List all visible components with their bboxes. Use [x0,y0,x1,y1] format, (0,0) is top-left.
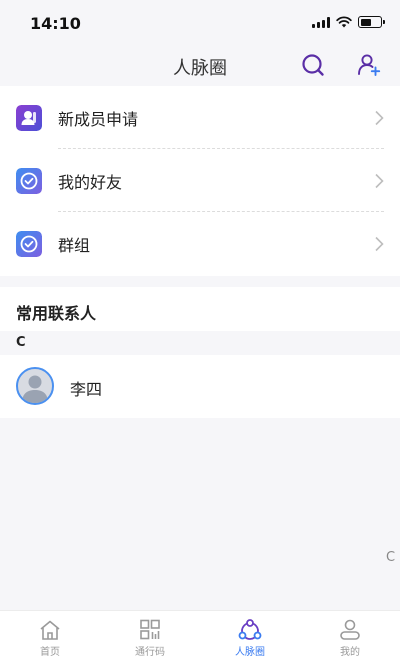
check-badge-icon [16,230,42,257]
index-bar-letter[interactable]: C [386,550,395,565]
profile-icon [340,619,360,640]
qr-grid-icon [140,619,160,640]
chevron-right-icon [375,110,384,125]
home-icon [40,620,60,640]
nav-bar: 人脉圈 [0,46,400,86]
status-bar: 14:10 [0,0,400,46]
screen: 14:10 人脉圈 新成员申请 我的好友 群组 常用联系人 C 李四 C 首页 … [0,0,400,666]
tab-label: 人脉圈 [235,647,265,658]
status-time: 14:10 [30,14,81,33]
status-icons [312,16,385,28]
network-icon [238,619,262,640]
section-title: 常用联系人 [16,304,97,323]
chevron-right-icon [375,173,384,188]
signal-icon [312,16,330,28]
menu-item-my-friends[interactable]: 我的好友 [0,149,400,212]
contact-row[interactable]: 李四 [0,355,400,418]
letter-label: C [16,335,26,350]
tab-label: 首页 [40,647,60,658]
check-badge-icon [16,167,42,194]
menu-item-label: 群组 [58,235,91,255]
section-header: 常用联系人 [0,287,400,331]
menu-item-new-member[interactable]: 新成员申请 [0,86,400,149]
add-user-icon[interactable] [356,52,382,78]
tab-label: 通行码 [135,647,165,658]
new-member-icon [16,104,42,131]
menu-item-label: 新成员申请 [58,109,139,129]
wifi-icon [336,16,352,28]
tab-network[interactable]: 人脉圈 [200,611,300,666]
avatar [16,367,54,405]
chevron-right-icon [375,236,384,251]
tab-label: 我的 [340,647,360,658]
contact-name: 李四 [70,380,103,399]
menu-item-label: 我的好友 [58,172,123,192]
battery-icon [358,16,385,28]
search-icon[interactable] [300,52,326,78]
tab-pass-code[interactable]: 通行码 [100,611,200,666]
menu-list: 新成员申请 我的好友 群组 [0,86,400,276]
tab-bar: 首页 通行码 人脉圈 我的 [0,610,400,666]
page-title: 人脉圈 [173,58,227,79]
tab-home[interactable]: 首页 [0,611,100,666]
menu-item-groups[interactable]: 群组 [0,212,400,275]
letter-header: C [0,331,400,355]
tab-mine[interactable]: 我的 [300,611,400,666]
